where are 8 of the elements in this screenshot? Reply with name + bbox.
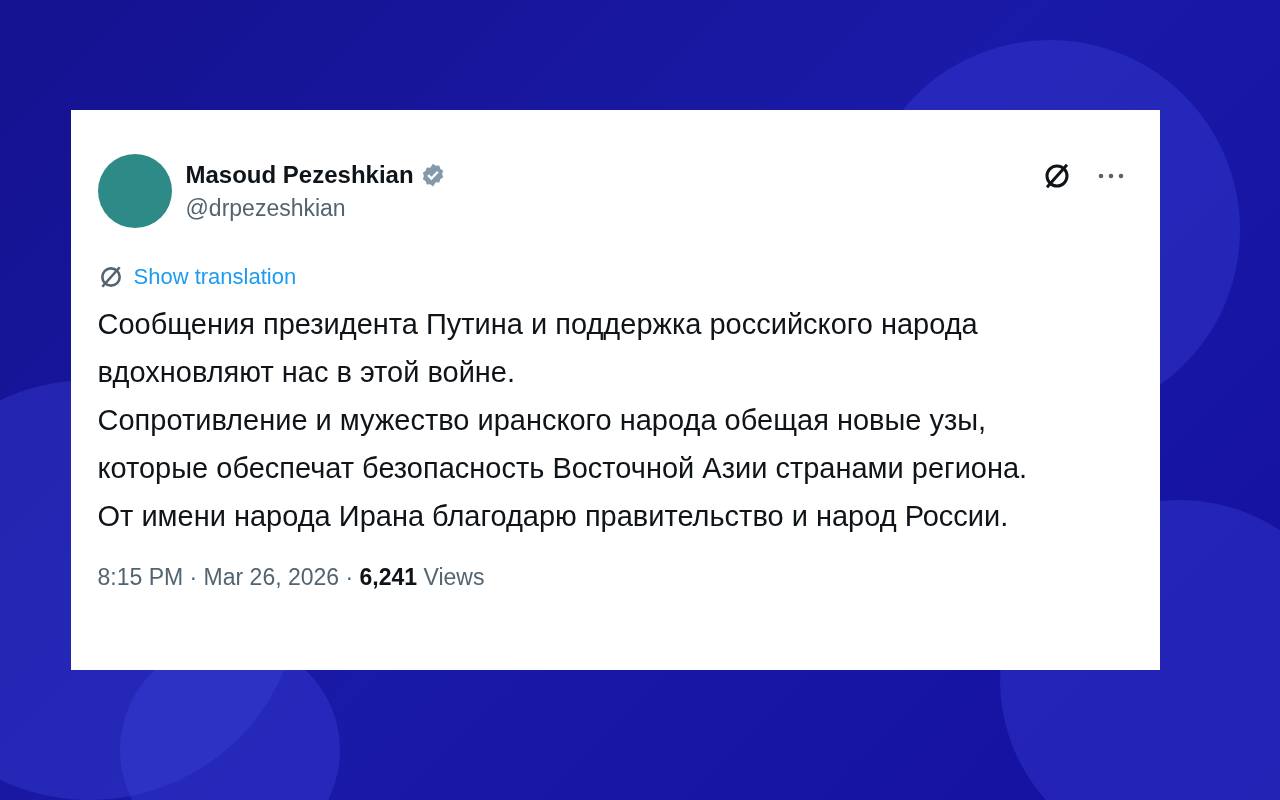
more-button[interactable] (1097, 173, 1124, 179)
author-handle: @drpezeshkian (185, 194, 347, 222)
show-translation-link[interactable]: Show translation (97, 264, 1132, 290)
more-icon (1097, 173, 1124, 179)
post-text: Сообщения президента Путина и поддержка российского народа вдохновляют нас в этой войне. (97, 307, 979, 390)
post-text: Сопротивление и мужество иранского народа обещая новые узы, которые обеспечат безопасность Восточной Азии странами региона. От имени народа Ирана благодарю правительство и народ России. (97, 403, 1029, 534)
author-name: Masoud Pezeshkian (185, 160, 414, 189)
post-meta: 8:15 PM · Mar 26, 2026 · 6,241 Views (97, 564, 486, 591)
